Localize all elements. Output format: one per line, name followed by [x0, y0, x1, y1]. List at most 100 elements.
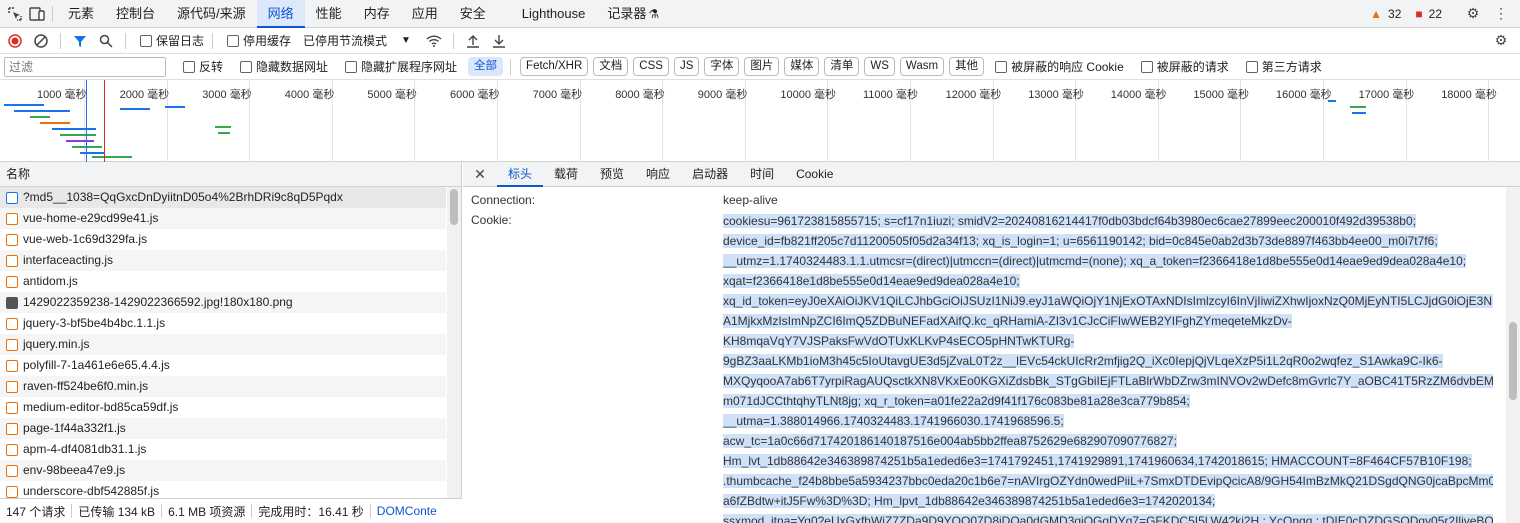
device-toolbar-icon[interactable] — [26, 3, 48, 25]
request-row[interactable]: polyfill-7-1a461e6e65.4.4.js — [0, 355, 446, 376]
tab-recorder[interactable]: 记录器 — [596, 0, 648, 28]
filter-icon[interactable] — [69, 30, 91, 52]
cookie-value-text: 9gBZ3aaLKMb1ioM3h45c5IoUtavgUE3d5jZvaL0T… — [723, 354, 1443, 368]
finish-time: 完成用时：16.41 秒 — [258, 504, 364, 519]
blocked-cookies-checkbox[interactable]: 被屏蔽的响应 Cookie — [995, 58, 1124, 75]
cookie-value-line: KH8mqaVqY7VJSPaksFwVdOTUxKLKvP4sECO5pHNT… — [723, 331, 1493, 351]
tab-sources[interactable]: 源代码/来源 — [166, 0, 257, 28]
request-row[interactable]: medium-editor-bd85ca59df.js — [0, 397, 446, 418]
cookie-value-line: acw_tc=1a0c66d717420186140187516e004ab5b… — [723, 431, 1493, 451]
request-row[interactable]: vue-home-e29cd99e41.js — [0, 208, 446, 229]
network-overview-timeline[interactable]: 1000 毫秒 2000 毫秒 3000 毫秒 4000 毫秒 5000 毫秒 6000 … — [0, 80, 1520, 162]
filter-chip-all[interactable]: 全部 — [468, 57, 504, 76]
third-party-checkbox[interactable]: 第三方请求 — [1245, 58, 1322, 75]
request-row[interactable]: raven-ff524be6f0.min.js — [0, 376, 446, 397]
blocked-requests-label: 被屏蔽的请求 — [1156, 60, 1229, 74]
request-row[interactable]: jquery-3-bf5be4b4bc.1.1.js — [0, 313, 446, 334]
request-row[interactable]: jquery.min.js — [0, 334, 446, 355]
filter-chip-fetch-xhr[interactable]: Fetch/XHR — [520, 57, 589, 76]
inspect-element-icon[interactable] — [4, 3, 26, 25]
tab-headers[interactable]: 标头 — [497, 162, 544, 187]
tab-network[interactable]: 网络 — [256, 0, 305, 28]
request-row[interactable]: apm-4-df4081db31.1.js — [0, 439, 446, 460]
tab-initiator[interactable]: 启动器 — [681, 162, 739, 187]
tab-performance[interactable]: 性能 — [305, 0, 353, 28]
error-count[interactable]: 22 — [1429, 7, 1442, 21]
checkbox-icon[interactable] — [240, 60, 253, 73]
request-row[interactable]: ?md5__1038=QqGxcDnDyiitnD05o4%2BrhDRi9c8… — [0, 187, 446, 208]
dropdown-arrow-icon: ▼ — [401, 35, 411, 46]
filter-input[interactable] — [4, 56, 166, 77]
filter-chip-other[interactable]: 其他 — [949, 57, 985, 76]
error-icon[interactable]: ■ — [1415, 7, 1422, 21]
filter-chip-manifest[interactable]: 清单 — [824, 57, 860, 76]
requests-scrollbar[interactable] — [447, 187, 461, 498]
request-row[interactable]: vue-web-1c69d329fa.js — [0, 229, 446, 250]
tab-elements[interactable]: 元素 — [57, 0, 105, 28]
checkbox-icon[interactable] — [995, 60, 1008, 73]
details-scrollbar[interactable] — [1506, 187, 1520, 523]
tab-cookies[interactable]: Cookie — [785, 162, 844, 187]
filter-chip-css[interactable]: CSS — [633, 57, 669, 76]
cookie-value-line: .thumbcache_f24b8bbe5a5934237bbc0eda20c1… — [723, 471, 1493, 491]
tab-application[interactable]: 应用 — [401, 0, 449, 28]
checkbox-icon[interactable] — [1245, 60, 1258, 73]
checkbox-icon[interactable] — [227, 34, 240, 47]
tab-security[interactable]: 安全 — [449, 0, 497, 28]
filter-chip-media[interactable]: 媒体 — [784, 57, 820, 76]
import-har-icon[interactable] — [462, 30, 484, 52]
divider — [161, 504, 163, 518]
preserve-log-checkbox[interactable]: 保留日志 — [140, 32, 204, 49]
checkbox-icon[interactable] — [183, 60, 195, 73]
tab-lighthouse[interactable]: Lighthouse — [511, 0, 597, 28]
tab-console[interactable]: 控制台 — [105, 0, 166, 28]
tab-response[interactable]: 响应 — [635, 162, 681, 187]
network-settings-gear-icon[interactable]: ⚙ — [1490, 30, 1512, 52]
request-row[interactable]: page-1f44a332f1.js — [0, 418, 446, 439]
network-conditions-icon[interactable] — [423, 30, 445, 52]
export-har-icon[interactable] — [488, 30, 510, 52]
hide-data-urls-checkbox[interactable]: 隐藏数据网址 — [240, 58, 328, 75]
name-column-header[interactable]: 名称 — [0, 162, 461, 187]
record-icon[interactable] — [4, 30, 26, 52]
tab-payload[interactable]: 载荷 — [543, 162, 589, 187]
settings-gear-icon[interactable]: ⚙ — [1462, 3, 1484, 25]
throttling-select[interactable]: 已停用节流模式 ▼ — [303, 32, 411, 49]
warning-icon[interactable]: ▲ — [1370, 7, 1382, 21]
filter-chip-wasm[interactable]: Wasm — [899, 57, 945, 76]
close-icon[interactable]: ✕ — [469, 163, 491, 185]
request-row[interactable]: 1429022359238-1429022366592.jpg!180x180.… — [0, 292, 446, 313]
disable-cache-checkbox[interactable]: 停用缓存 — [227, 32, 291, 49]
checkbox-icon[interactable] — [1140, 60, 1153, 73]
scrollbar-thumb[interactable] — [450, 189, 458, 225]
filter-chip-js[interactable]: JS — [673, 57, 700, 76]
request-row[interactable]: interfaceacting.js — [0, 250, 446, 271]
filter-chip-ws[interactable]: WS — [864, 57, 895, 76]
overview-tick-label: 15000 毫秒 — [1193, 89, 1250, 101]
tab-timing[interactable]: 时间 — [739, 162, 785, 187]
overview-tick-label: 10000 毫秒 — [780, 89, 837, 101]
clear-icon[interactable] — [30, 30, 52, 52]
overview-tick-label: 3000 毫秒 — [202, 89, 252, 101]
request-row[interactable]: env-98beea47e9.js — [0, 460, 446, 481]
cookie-value-line: __utma=1.388014966.1740324483.1741966030… — [723, 411, 1493, 431]
filter-chip-font[interactable]: 字体 — [704, 57, 740, 76]
divider — [510, 58, 512, 75]
blocked-requests-checkbox[interactable]: 被屏蔽的请求 — [1140, 58, 1229, 75]
network-status-bar: 147 个请求 已传输 134 kB 6.1 MB 项资源 完成用时：16.41… — [0, 498, 462, 523]
filter-chip-doc[interactable]: 文档 — [593, 57, 629, 76]
more-options-icon[interactable]: ⋮ — [1490, 3, 1512, 25]
warning-count[interactable]: 32 — [1388, 7, 1401, 21]
hide-extension-urls-checkbox[interactable]: 隐藏扩展程序网址 — [345, 58, 457, 75]
cookie-value-line: __utmz=1.1740324483.1.1.utmcsr=(direct)|… — [723, 251, 1493, 271]
tab-preview[interactable]: 预览 — [589, 162, 635, 187]
request-row[interactable]: antidom.js — [0, 271, 446, 292]
tab-memory[interactable]: 内存 — [353, 0, 401, 28]
scrollbar-thumb[interactable] — [1509, 322, 1517, 400]
checkbox-icon[interactable] — [140, 34, 152, 47]
filter-chip-img[interactable]: 图片 — [744, 57, 780, 76]
checkbox-icon[interactable] — [345, 60, 358, 73]
overview-tick-label: 5000 毫秒 — [367, 89, 417, 101]
invert-checkbox[interactable]: 反转 — [183, 58, 223, 75]
search-icon[interactable] — [95, 30, 117, 52]
